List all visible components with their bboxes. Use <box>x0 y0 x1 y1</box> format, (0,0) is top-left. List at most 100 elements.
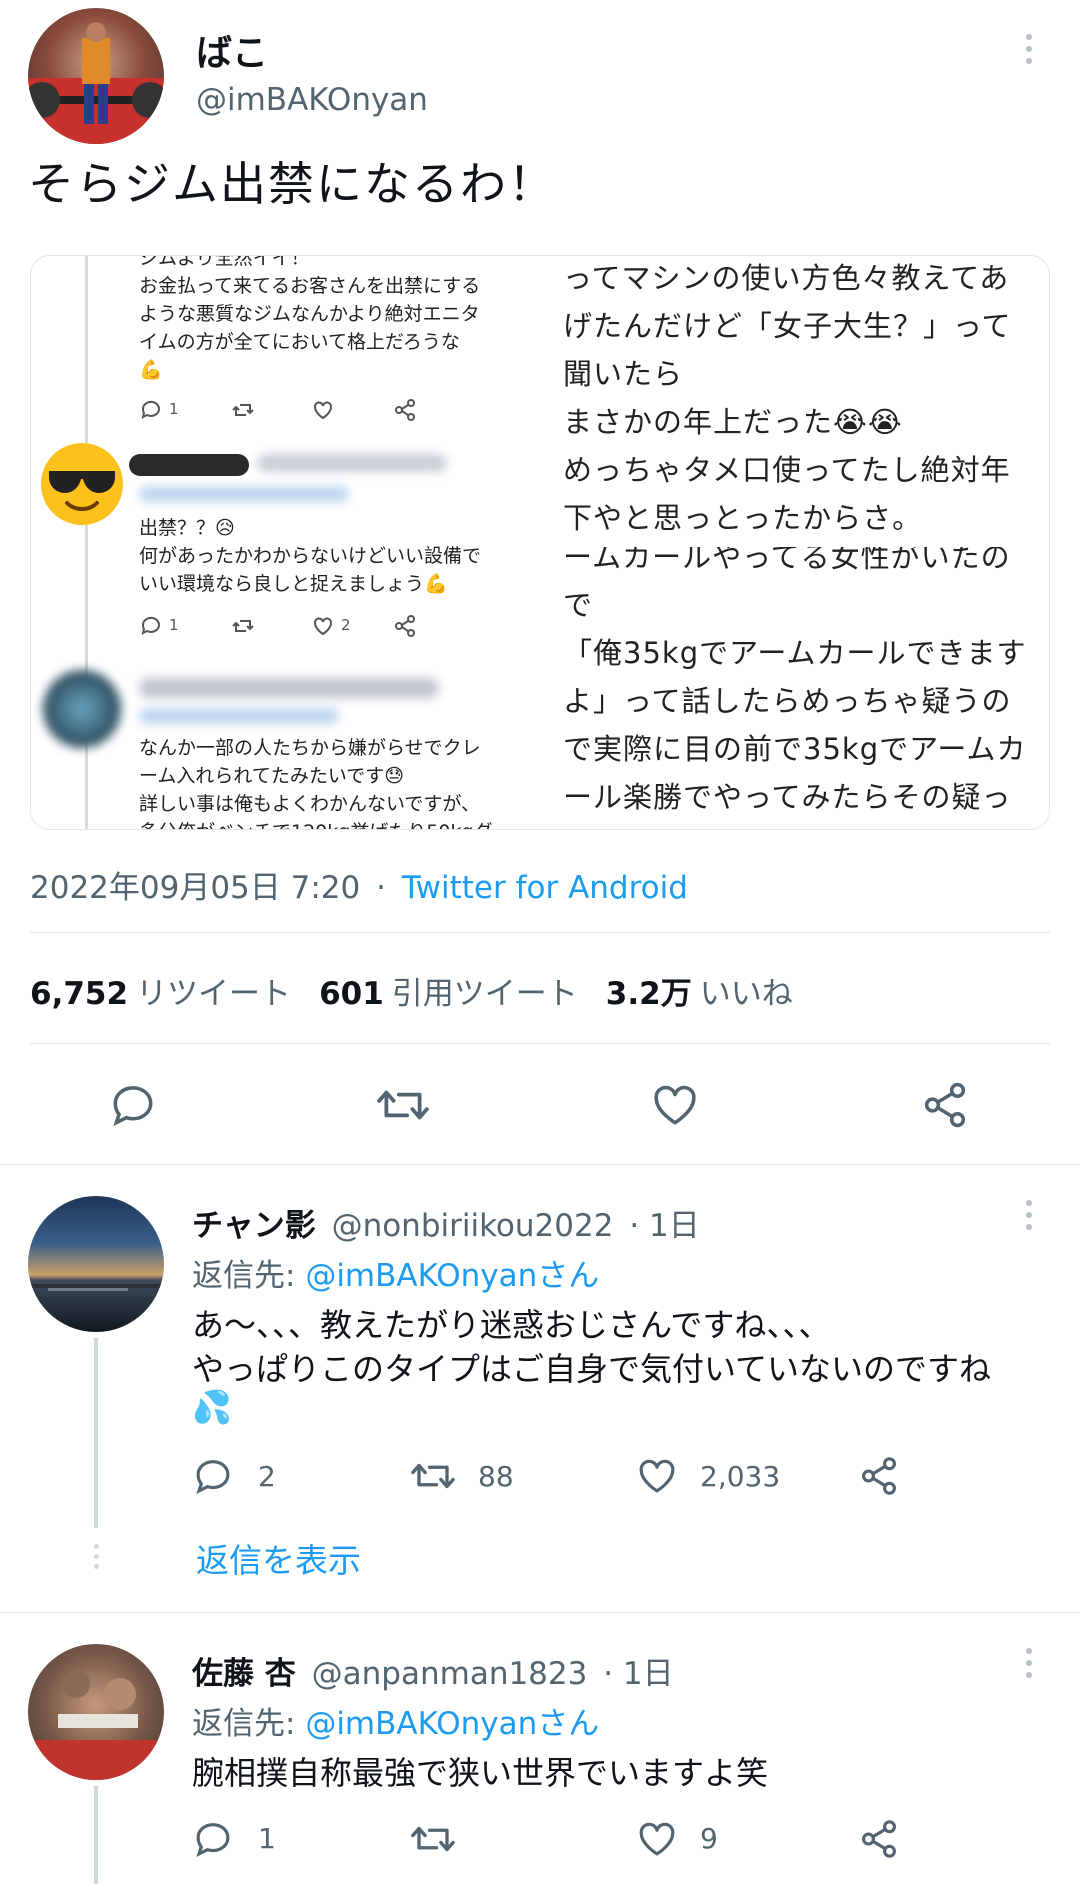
reply2-reply-to-label: 返信先: <box>192 1706 296 1742</box>
like-icon[interactable] <box>650 1080 700 1130</box>
media-image-1[interactable]: ジムより全然イイ！ お金払って来てるお客さんを出禁にする ような悪質なジムなんか… <box>31 256 537 829</box>
tile2-line5: 下やと思っとったからさ。 <box>563 501 923 535</box>
likes-label[interactable]: いいね <box>700 968 793 1013</box>
blurred-reply-to-2 <box>139 708 339 724</box>
reply1-reply-icon[interactable] <box>192 1455 234 1497</box>
reply1-reply-to: 返信先: @imBAKOnyanさん <box>192 1250 599 1295</box>
mini-reply-icon <box>141 616 160 635</box>
divider <box>30 932 1050 933</box>
tweet-stats: 6,752 リツイート 601 引用ツイート 3.2万 いいね <box>30 968 821 1013</box>
tile1-c3-line3: 詳しい事は俺もよくわかんないですが、 <box>139 793 481 815</box>
tile2-line3: まさかの年上だった😭😭 <box>563 405 903 439</box>
reply1-share-icon[interactable] <box>858 1455 900 1497</box>
mini-retweet-icon <box>232 620 254 632</box>
section-divider <box>0 1164 1080 1165</box>
reply1-thread-dots <box>91 1544 101 1569</box>
tile3-line0: ームカールやってる女性がいたの <box>563 547 1011 574</box>
tile2-line2: 聞いたら <box>563 357 684 391</box>
tile3-line4: で実際に目の前で35kgでアームカ <box>563 732 1027 766</box>
tile1-c3-line1: なんか一部の人たちから嫌がらせでクレ <box>139 737 481 759</box>
tweet-client-link[interactable]: Twitter for Android <box>402 870 688 906</box>
tile1-c2-line1: 出禁？？😥 <box>139 517 235 539</box>
divider <box>30 1043 1050 1044</box>
reply1-reply-to-label: 返信先: <box>192 1258 296 1294</box>
reply1-text-line1: あ〜、、、教えたがり迷惑おじさんですね、、、 <box>192 1306 831 1344</box>
tile1-c2-line2: 何があったかわからないけどいい設備で <box>139 545 482 567</box>
tweet-timestamp[interactable]: 2022年09月05日 7:20 <box>30 870 360 906</box>
grid-gutter-horizontal <box>545 539 1049 547</box>
section-divider <box>0 1612 1080 1613</box>
show-replies-link[interactable]: 返信を表示 <box>196 1534 361 1582</box>
tile2-line1: げたんだけど「女子大生？」って <box>563 309 1012 343</box>
tile1-c3-line4: 多分俺がベンチで120kg挙げたり50kgダ <box>139 818 493 829</box>
retweets-label[interactable]: リツイート <box>136 968 291 1013</box>
reply1-time: · 1日 <box>629 1208 700 1244</box>
reply2-reply-icon[interactable] <box>192 1818 234 1860</box>
more-icon[interactable] <box>1024 34 1034 64</box>
media-image-2[interactable]: ってマシンの使い方色々教えてあ げたんだけど「女子大生？」って 聞いたら まさか… <box>545 256 1049 539</box>
media-grid[interactable]: ジムより全然イイ！ お金払って来てるお客さんを出禁にする ような悪質なジムなんか… <box>30 255 1050 830</box>
reply1-avatar[interactable] <box>28 1196 164 1332</box>
tile1-c3-line2: ーム入れられてたみたいです😓 <box>139 765 405 787</box>
reply2-reply-count: 1 <box>258 1822 276 1855</box>
sunglasses-emoji-avatar <box>39 441 125 527</box>
mini-retweet-icon <box>232 404 254 416</box>
mini-share-icon <box>395 399 415 421</box>
reply1-reply-to-handle[interactable]: @imBAKOnyanさん <box>305 1258 599 1294</box>
blurred-avatar <box>43 670 121 748</box>
reply2-handle[interactable]: @anpanman1823 <box>312 1656 588 1692</box>
reply2-share-icon[interactable] <box>858 1818 900 1860</box>
reply-icon[interactable] <box>108 1080 158 1130</box>
reply1-retweet-icon[interactable] <box>410 1455 456 1497</box>
media-image-3[interactable]: ームカールやってる女性がいたの で 「俺35kgでアームカールできます よ」って… <box>545 547 1049 829</box>
retweets-count[interactable]: 6,752 <box>30 976 128 1012</box>
reply2-like-icon[interactable] <box>636 1818 678 1860</box>
reply2-reply-to: 返信先: @imBAKOnyanさん <box>192 1698 599 1743</box>
share-icon[interactable] <box>920 1080 970 1130</box>
reply2-text: 腕相撲自称最強で狭い世界でいますよ笑 <box>192 1754 769 1792</box>
reply1-retweet-count: 88 <box>478 1460 514 1493</box>
meta-separator: · <box>376 870 386 906</box>
author-name[interactable]: ばこ <box>196 24 268 76</box>
reply2-more-icon[interactable] <box>1024 1648 1034 1678</box>
tweet-meta: 2022年09月05日 7:20 · Twitter for Android <box>30 862 688 907</box>
blurred-commenter-name <box>139 678 439 698</box>
reply1-name[interactable]: チャン影 <box>192 1208 316 1244</box>
mini-share-icon <box>395 615 415 637</box>
reply2-name[interactable]: 佐藤 杏 <box>192 1656 296 1692</box>
retweet-icon[interactable] <box>376 1080 430 1130</box>
tile1-actions-1: 1 <box>139 398 499 422</box>
reply2-avatar[interactable] <box>28 1644 164 1780</box>
tile1-c2-reply-count: 1 <box>169 616 179 634</box>
quotes-label[interactable]: 引用ツイート <box>392 968 578 1013</box>
reply1-handle[interactable]: @nonbiriikou2022 <box>332 1208 614 1244</box>
reply1-header: チャン影 @nonbiriikou2022 · 1日 <box>192 1200 700 1245</box>
reply1-text-line2: やっぱりこのタイプはご自身で気付いていないのですね <box>192 1350 992 1388</box>
reply2-retweet-icon[interactable] <box>410 1818 456 1860</box>
tile1-c1-reply-count: 1 <box>169 400 179 418</box>
mini-reply-icon <box>141 400 160 419</box>
tile2-line0: ってマシンの使い方色々教えてあ <box>563 261 1010 295</box>
quotes-count[interactable]: 601 <box>319 976 384 1012</box>
tile1-line2: ような悪質なジムなんかより絶対エニタ <box>139 303 480 325</box>
tile3-line5: ール楽勝でやってみたらその疑っ <box>563 780 1012 814</box>
likes-count[interactable]: 3.2万 <box>606 968 692 1013</box>
redacted-name-bar <box>129 454 249 476</box>
tile1-c2-line3: いい環境なら良しと捉えましょう💪 <box>139 573 448 595</box>
reply1-thread-line <box>94 1338 98 1528</box>
reply1-like-icon[interactable] <box>636 1455 678 1497</box>
grid-gutter-vertical <box>537 256 545 829</box>
reply1-more-icon[interactable] <box>1024 1200 1034 1230</box>
reply2-thread-line <box>94 1786 98 1884</box>
reply2-like-count: 9 <box>700 1822 718 1855</box>
mini-like-icon <box>314 617 332 636</box>
tile1-line3-emoji: 💪 <box>139 359 163 381</box>
reply2-time: · 1日 <box>603 1656 674 1692</box>
mini-like-icon <box>314 401 332 420</box>
reply2-reply-to-handle[interactable]: @imBAKOnyanさん <box>305 1706 599 1742</box>
tile1-line0: ジムより全然イイ！ <box>139 256 310 269</box>
tile3-line3: よ」って話したらめっちゃ疑うの <box>563 684 1012 718</box>
tile1-c2-like-count: 2 <box>341 616 351 634</box>
author-avatar[interactable] <box>28 8 164 144</box>
author-handle[interactable]: @imBAKOnyan <box>196 82 428 118</box>
